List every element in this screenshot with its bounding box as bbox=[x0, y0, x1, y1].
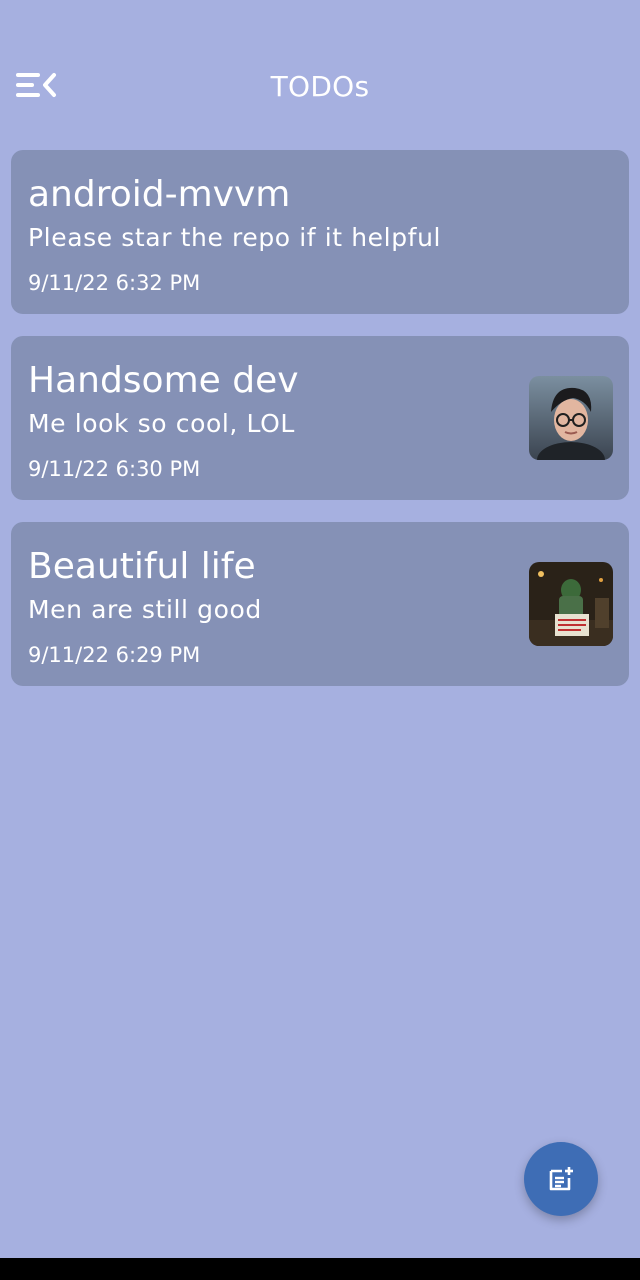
todo-date: 9/11/22 6:30 PM bbox=[28, 457, 201, 481]
todo-card[interactable]: Beautiful life Men are still good 9/11/2… bbox=[11, 522, 629, 686]
todo-description: Me look so cool, LOL bbox=[28, 409, 295, 438]
todo-date: 9/11/22 6:29 PM bbox=[28, 643, 201, 667]
todo-thumbnail-street bbox=[529, 562, 613, 646]
add-todo-button[interactable] bbox=[524, 1142, 598, 1216]
todo-title: android-mvvm bbox=[28, 174, 291, 215]
add-note-icon bbox=[549, 1167, 573, 1191]
todo-title: Beautiful life bbox=[28, 546, 256, 587]
app-screen: TODOs android-mvvm Please star the repo … bbox=[0, 0, 640, 1280]
todo-card[interactable]: Handsome dev Me look so cool, LOL 9/11/2… bbox=[11, 336, 629, 500]
todo-card[interactable]: android-mvvm Please star the repo if it … bbox=[11, 150, 629, 314]
app-bar: TODOs bbox=[0, 52, 640, 122]
todo-date: 9/11/22 6:32 PM bbox=[28, 271, 201, 295]
system-nav-bar bbox=[0, 1258, 640, 1280]
todo-list: android-mvvm Please star the repo if it … bbox=[11, 150, 629, 708]
todo-title: Handsome dev bbox=[28, 360, 299, 401]
todo-thumbnail-avatar bbox=[529, 376, 613, 460]
todo-description: Men are still good bbox=[28, 595, 262, 624]
todo-description: Please star the repo if it helpful bbox=[28, 223, 442, 252]
page-title: TODOs bbox=[270, 70, 370, 103]
